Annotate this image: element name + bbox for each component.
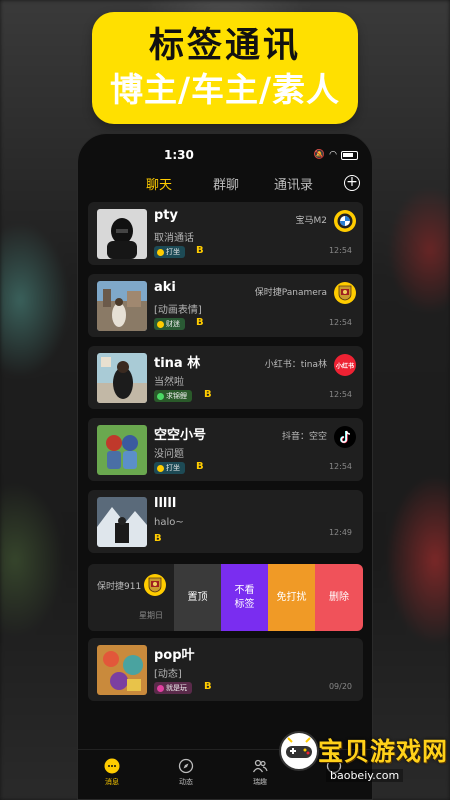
contact-remark: 抖音：空空 (281, 432, 327, 442)
chat-time: 12:49 (328, 528, 352, 537)
contact-remark: 宝马M2 (295, 216, 328, 226)
avatar (97, 281, 147, 331)
contact-name: tina 林 (154, 356, 201, 371)
gamepad-logo-icon (279, 731, 319, 771)
chat-item[interactable]: pop叶 [动态] 就是玩 B 09/20 (88, 638, 363, 701)
people-icon (252, 759, 268, 773)
chat-item[interactable]: aki [动画表情] 财迷 B 保时捷Panamera 12:54 (88, 274, 363, 337)
porsche-logo-icon (334, 282, 356, 304)
mute-bell-icon: 🔕 (313, 150, 326, 160)
tab-chat[interactable]: 聊天 (146, 174, 172, 193)
last-message: 没问题 (154, 449, 184, 460)
b-badge: B (154, 533, 162, 544)
chat-time: 12:54 (328, 390, 352, 399)
last-message: [动画表情] (154, 305, 202, 316)
tag-icon (157, 248, 164, 256)
phone-screen: 1:30 🔕 ◠ 聊天 群聊 通讯录 + pty 取消通话 打坐 B 宝马M2 … (77, 133, 373, 800)
porsche-logo-icon (144, 574, 166, 596)
contact-name: aki (154, 280, 176, 295)
wifi-icon: ◠ (329, 150, 337, 160)
tab-contacts[interactable]: 通讯录 (274, 174, 313, 193)
tiktok-logo-icon (334, 426, 356, 448)
watermark-title: 宝贝游戏网 (318, 737, 449, 766)
watermark-url: baobeiy.com (326, 769, 404, 782)
status-bar: 1:30 🔕 ◠ (78, 148, 372, 166)
avatar (97, 209, 147, 259)
nav-messages[interactable]: 消息 (104, 758, 120, 787)
status-tag: 财迷 (154, 318, 185, 330)
chat-time: 09/20 (328, 682, 352, 691)
banner-subtitle: 博主/车主/素人 (109, 70, 341, 109)
b-badge: B (196, 317, 204, 328)
chat-time: 12:54 (328, 246, 352, 255)
nav-fun[interactable]: 瑞趣 (252, 758, 268, 787)
tag-icon (157, 464, 164, 472)
top-tabs: 聊天 群聊 通讯录 + (78, 174, 372, 194)
delete-button[interactable]: 删除 (315, 564, 363, 631)
chat-item[interactable]: tina 林 当然啦 求锦鲤 B 小红书：tina林 12:54 小红书 (88, 346, 363, 409)
chat-time: 星期日 (139, 611, 163, 620)
status-tag: 打坐 (154, 246, 185, 258)
contact-name: pop叶 (154, 648, 195, 663)
contact-name: 空空小号 (154, 428, 207, 443)
message-icon (104, 758, 120, 774)
add-icon[interactable]: + (344, 175, 360, 191)
contact-remark: 小红书：tina林 (264, 360, 327, 370)
status-tag: 打坐 (154, 462, 185, 474)
status-time: 1:30 (164, 148, 194, 162)
hide-tag-button[interactable]: 不看 标签 (221, 564, 268, 631)
nav-moments[interactable]: 动态 (178, 758, 194, 787)
banner-title: 标签通讯 (148, 26, 301, 66)
avatar (97, 645, 147, 695)
site-watermark: 宝贝游戏网 baobeiy.com (270, 712, 450, 800)
last-message: halo~ (154, 517, 184, 528)
promo-banner: 标签通讯 博主/车主/素人 (92, 12, 358, 124)
chat-item[interactable]: lllll halo~ B 12:49 (88, 490, 363, 553)
b-badge: B (196, 461, 204, 472)
tag-icon (157, 320, 164, 328)
avatar (97, 497, 147, 547)
chat-item[interactable]: 空空小号 没问题 打坐 B 抖音：空空 12:54 (88, 418, 363, 481)
chat-item[interactable]: pty 取消通话 打坐 B 宝马M2 12:54 (88, 202, 363, 265)
battery-icon (341, 150, 358, 160)
contact-remark: 保时捷Panamera (254, 288, 327, 298)
tag-icon (157, 684, 164, 692)
tag-icon (157, 392, 164, 400)
chat-time: 12:54 (328, 318, 352, 327)
status-tag: 就是玩 (154, 682, 192, 694)
contact-name: lllll (154, 496, 177, 511)
avatar (97, 353, 147, 403)
status-tag: 求锦鲤 (154, 390, 192, 402)
avatar (97, 425, 147, 475)
last-message: 当然啦 (154, 377, 184, 388)
b-badge: B (196, 245, 204, 256)
bmw-logo-icon (334, 210, 356, 232)
chat-time: 12:54 (328, 462, 352, 471)
compass-icon (178, 758, 194, 774)
contact-remark: 保时捷911 (97, 582, 142, 592)
swiped-chat-item[interactable]: 保时捷911 星期日 置顶 不看 标签 免打扰 删除 (88, 564, 363, 631)
xiaohongshu-logo-icon: 小红书 (334, 354, 356, 376)
mute-button[interactable]: 免打扰 (268, 564, 315, 631)
last-message: [动态] (154, 669, 182, 680)
b-badge: B (204, 681, 212, 692)
b-badge: B (204, 389, 212, 400)
contact-name: pty (154, 208, 178, 223)
tab-groups[interactable]: 群聊 (213, 174, 239, 193)
last-message: 取消通话 (154, 233, 194, 244)
pin-button[interactable]: 置顶 (174, 564, 221, 631)
